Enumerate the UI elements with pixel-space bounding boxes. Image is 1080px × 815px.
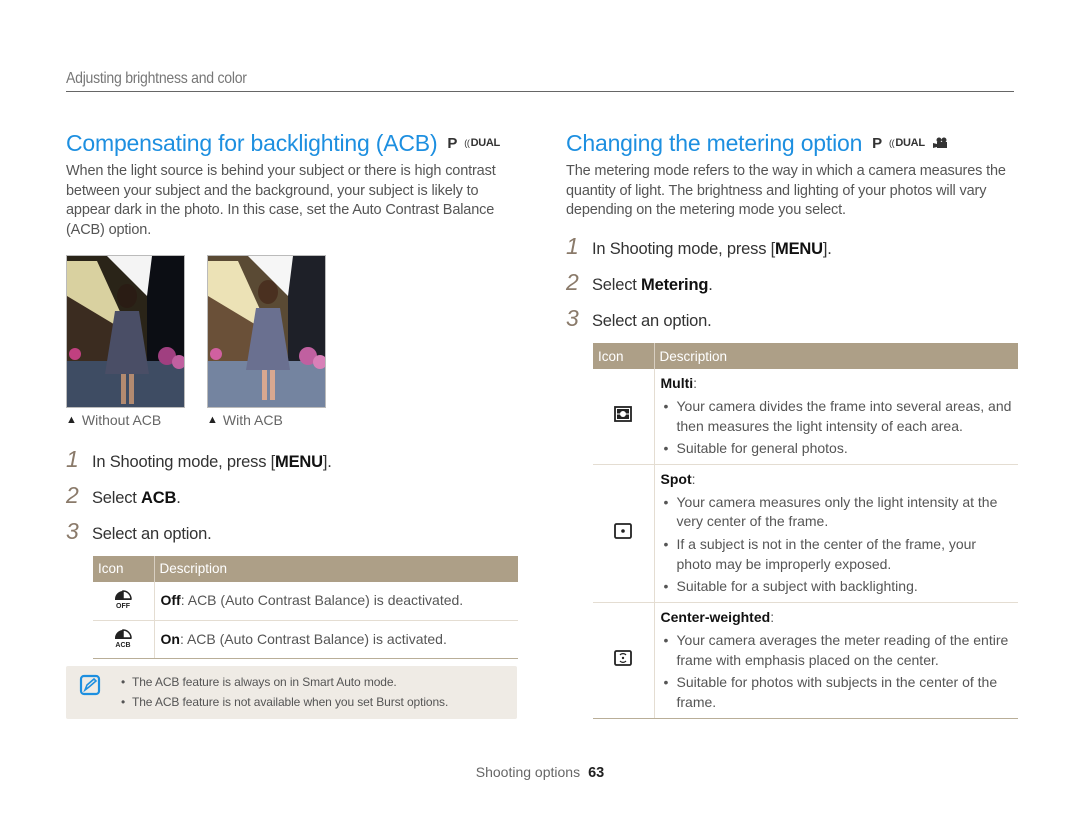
section-title: Changing the metering option P ((DUAL	[566, 128, 1018, 158]
metering-options-table: Icon Description Multi: Your camera divi…	[593, 343, 1018, 719]
description-bullet: Your camera divides the frame into sever…	[661, 397, 1013, 436]
photo-caption: Without ACB	[81, 411, 162, 428]
column-header-icon: Icon	[93, 555, 155, 582]
multi-metering-icon	[614, 405, 633, 428]
program-mode-icon: P	[447, 134, 458, 152]
mode-icons: P ((DUAL	[872, 135, 948, 152]
column-header-description: Description	[654, 343, 1018, 370]
menu-key: MENU	[775, 240, 823, 259]
step-2: 2 Select ACB.	[66, 481, 181, 508]
photo-without-acb: ▲ Without ACB	[66, 254, 185, 428]
svg-text:OFF: OFF	[116, 603, 131, 609]
table-row: Multi: Your camera divides the frame int…	[593, 369, 1018, 465]
breadcrumb: Adjusting brightness and color	[66, 70, 247, 87]
program-mode-icon: P	[872, 134, 882, 152]
column-header-icon: Icon	[593, 343, 655, 370]
section-title: Compensating for backlighting (ACB) P ((…	[66, 128, 518, 158]
header-divider	[66, 91, 1014, 92]
step-3: 3 Select an option.	[66, 517, 212, 544]
table-row: Center-weighted: Your camera averages th…	[593, 602, 1018, 719]
description-bullet: Suitable for a subject with backlighting…	[661, 577, 1013, 597]
center-weighted-metering-icon	[614, 649, 633, 672]
example-photos: ▲ Without ACB ▲ With ACB	[66, 254, 518, 428]
description-bullet: Your camera measures only the light inte…	[661, 493, 1013, 532]
description-bullet: Your camera averages the meter reading o…	[661, 631, 1013, 670]
photo-caption: With ACB	[222, 411, 283, 428]
metering-section: Changing the metering option P ((DUAL Th…	[566, 128, 1018, 719]
page-footer: Shooting options 63	[0, 764, 1080, 781]
dual-is-mode-icon: ((DUAL	[464, 137, 500, 149]
movie-mode-icon	[932, 137, 948, 149]
intro-paragraph: When the light source is behind your sub…	[66, 163, 496, 239]
mode-icons: P ((DUAL	[447, 135, 500, 152]
section-title-text: Compensating for backlighting (ACB)	[66, 129, 438, 156]
acb-on-icon: ACB	[112, 626, 134, 649]
table-row: OFF Off: ACB (Auto Contrast Balance) is …	[93, 581, 518, 621]
column-header-description: Description	[154, 555, 518, 582]
footer-section-name: Shooting options	[475, 764, 581, 780]
photo-with-acb: ▲ With ACB	[207, 254, 326, 428]
dual-is-mode-icon: ((DUAL	[888, 137, 925, 149]
example-photo-dark	[66, 254, 185, 408]
acb-section: Compensating for backlighting (ACB) P ((…	[66, 128, 518, 660]
acb-options-table: Icon Description OFF Off: ACB (Auto Cont…	[93, 555, 518, 660]
triangle-up-icon: ▲	[66, 413, 77, 426]
description-bullet: Suitable for general photos.	[661, 439, 1013, 459]
section-title-text: Changing the metering option	[566, 129, 863, 156]
spot-metering-icon	[614, 522, 633, 545]
table-row: Spot: Your camera measures only the ligh…	[593, 464, 1018, 604]
intro-paragraph: The metering mode refers to the way in w…	[566, 163, 1006, 219]
step-2: 2 Select Metering.	[566, 269, 713, 296]
page-number: 63	[588, 765, 605, 781]
table-row: ACB On: ACB (Auto Contrast Balance) is a…	[93, 620, 518, 660]
step-3: 3 Select an option.	[566, 305, 712, 332]
svg-text:ACB: ACB	[116, 642, 131, 648]
triangle-up-icon: ▲	[207, 413, 218, 426]
acb-off-icon: OFF	[112, 587, 134, 610]
step-1: 1 In Shooting mode, press [MENU].	[566, 233, 832, 260]
steps-list: 1 In Shooting mode, press [MENU]. 2 Sele…	[66, 446, 518, 554]
step-1: 1 In Shooting mode, press [MENU].	[66, 445, 332, 472]
example-photo-bright	[207, 254, 326, 408]
note-box: The ACB feature is always on in Smart Au…	[66, 666, 517, 719]
steps-list: 1 In Shooting mode, press [MENU]. 2 Sele…	[566, 233, 1018, 341]
description-bullet: If a subject is not in the center of the…	[661, 535, 1013, 574]
note-item: The ACB feature is not available when yo…	[120, 693, 448, 713]
menu-key: MENU	[275, 452, 323, 471]
note-list: The ACB feature is always on in Smart Au…	[120, 673, 448, 712]
note-pencil-icon	[79, 674, 101, 701]
description-bullet: Suitable for photos with subjects in the…	[661, 673, 1013, 712]
note-item: The ACB feature is always on in Smart Au…	[120, 673, 448, 693]
